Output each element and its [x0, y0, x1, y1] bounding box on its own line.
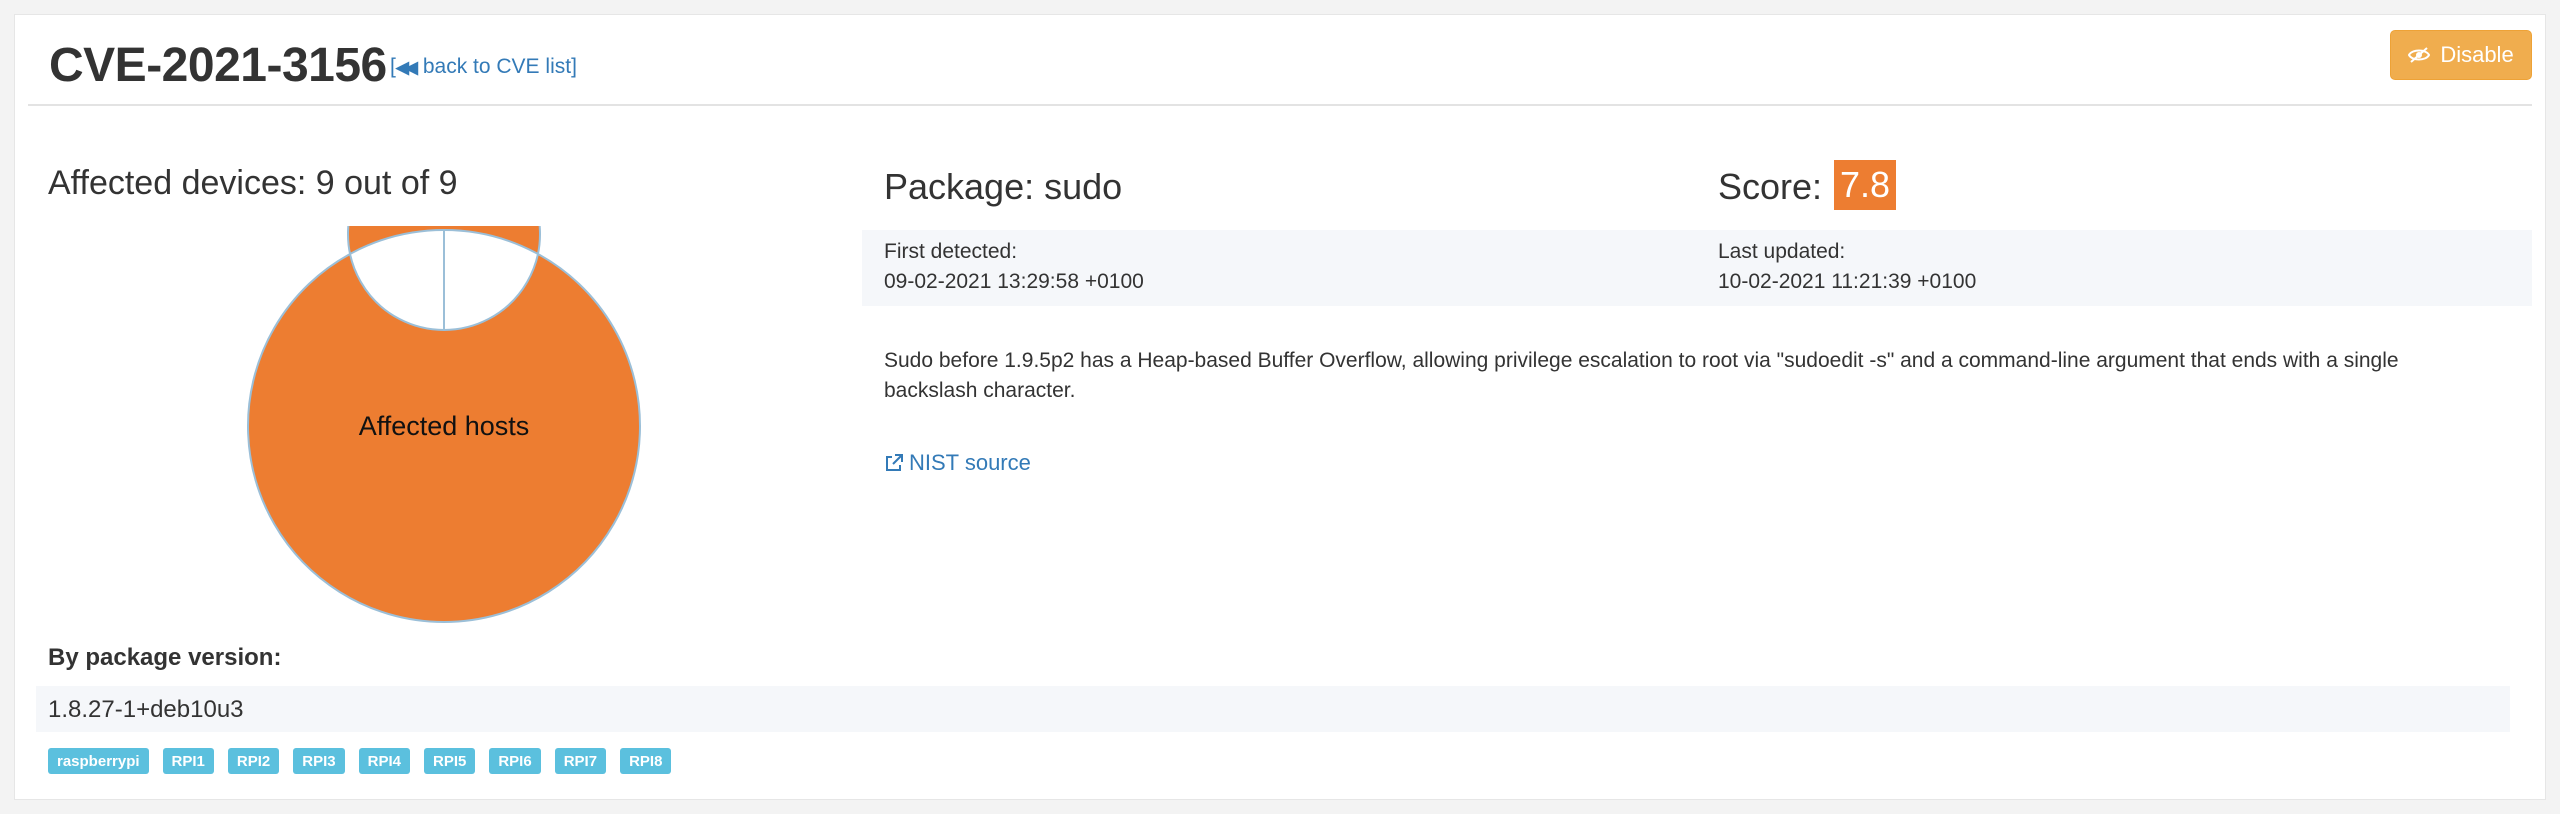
disable-button[interactable]: Disable — [2390, 30, 2532, 80]
nist-source-label: NIST source — [909, 450, 1031, 475]
last-updated-value: 10-02-2021 11:21:39 +0100 — [1718, 270, 1977, 293]
page-title: CVE-2021-3156 — [49, 39, 387, 92]
host-tag[interactable]: RPI3 — [293, 748, 345, 774]
host-tags: raspberrypi RPI1 RPI2 RPI3 RPI4 RPI5 RPI… — [48, 748, 672, 774]
page-header: CVE-2021-3156 [◀◀ back to CVE list] Disa… — [28, 28, 2532, 106]
version-row: 1.8.27-1+deb10u3 — [36, 686, 2510, 732]
affected-hosts-chart: Affected hosts — [244, 137, 644, 626]
affected-devices-title: Affected devices: 9 out of 9 — [48, 164, 458, 202]
backward-icon: ◀◀ — [395, 58, 418, 77]
back-to-cve-list-link[interactable]: [◀◀ back to CVE list] — [390, 55, 577, 79]
back-link-label: back to CVE list — [422, 55, 572, 78]
host-tag[interactable]: RPI7 — [554, 748, 607, 774]
disable-button-label: Disable — [2440, 42, 2514, 67]
bracket-close: ] — [571, 55, 577, 78]
nist-source-link[interactable]: NIST source — [884, 450, 1031, 476]
by-package-version-title: By package version: — [48, 644, 282, 671]
host-tag[interactable]: RPI8 — [620, 748, 672, 774]
score-badge: 7.8 — [1834, 160, 1896, 210]
score-label: Score: — [1718, 166, 1823, 207]
bracket-open: [ — [390, 55, 396, 78]
host-tag[interactable]: RPI6 — [489, 748, 541, 774]
first-detected-value: 09-02-2021 13:29:58 +0100 — [884, 270, 1144, 293]
eye-slash-icon — [2408, 47, 2431, 63]
host-tag[interactable]: RPI2 — [227, 748, 280, 774]
first-detected-label: First detected: — [884, 240, 1018, 263]
external-link-icon — [886, 454, 903, 471]
last-updated-label: Last updated: — [1718, 240, 1846, 263]
host-tag[interactable]: RPI5 — [423, 748, 476, 774]
host-tag[interactable]: raspberrypi — [48, 748, 149, 774]
dates-band: First detected: 09-02-2021 13:29:58 +010… — [862, 230, 2532, 306]
package-title: Package: sudo — [884, 166, 1123, 207]
package-version: 1.8.27-1+deb10u3 — [48, 696, 244, 723]
cve-description: Sudo before 1.9.5p2 has a Heap-based Buf… — [884, 349, 2399, 402]
donut-chart — [247, 137, 641, 623]
host-tag[interactable]: RPI1 — [162, 748, 214, 774]
host-tag[interactable]: RPI4 — [358, 748, 410, 774]
